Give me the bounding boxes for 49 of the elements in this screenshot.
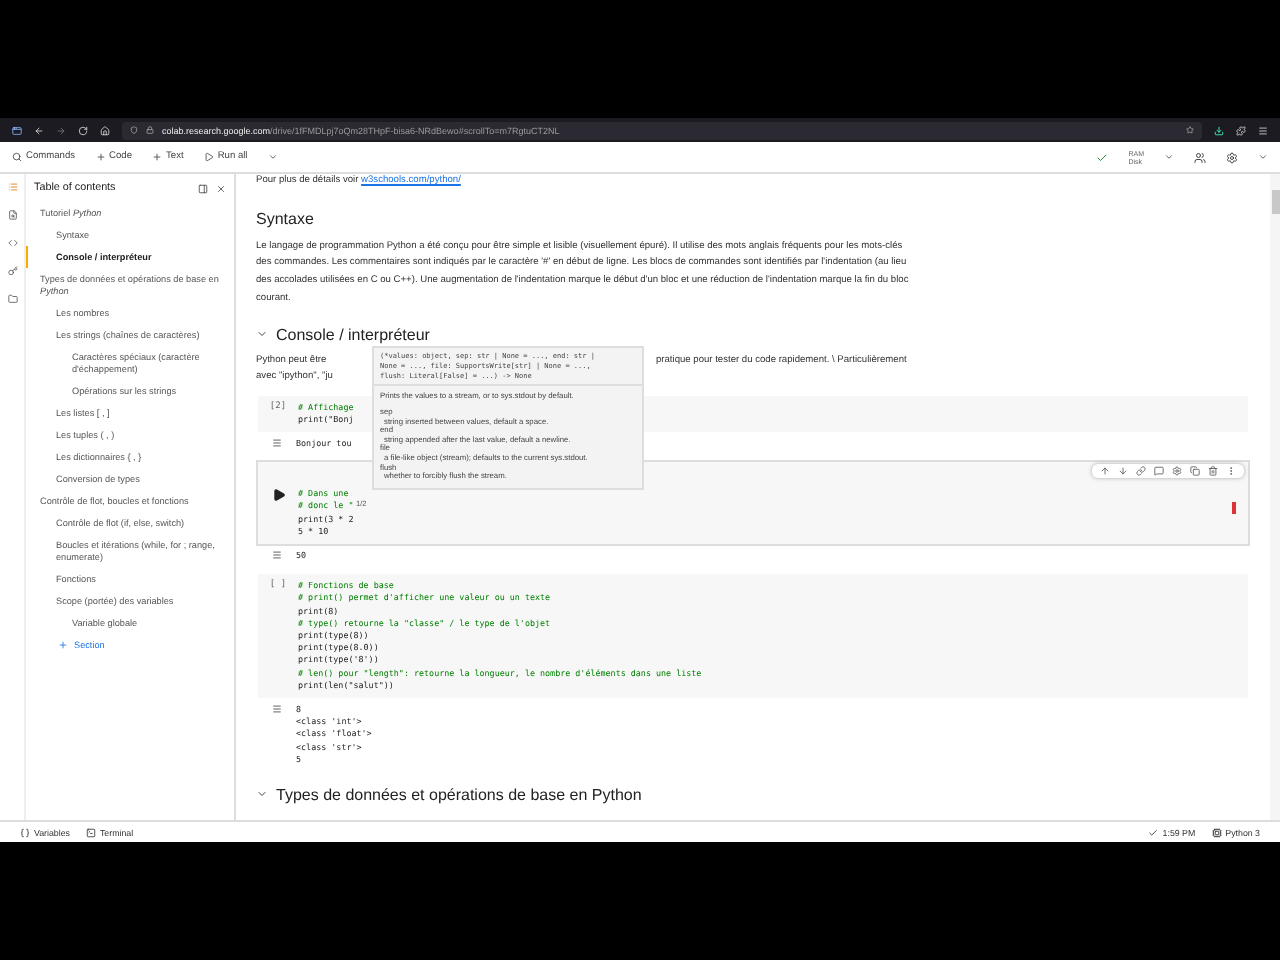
- braces-icon: [20, 827, 30, 837]
- share-icon[interactable]: [1194, 151, 1206, 163]
- output-icon[interactable]: [271, 437, 281, 448]
- check-icon: [1148, 827, 1159, 837]
- link-icon[interactable]: [1136, 466, 1146, 477]
- play-icon: [203, 152, 214, 162]
- dropdown-icon[interactable]: [267, 152, 278, 162]
- run-icon[interactable]: [271, 488, 285, 503]
- comment-icon[interactable]: [1154, 466, 1164, 477]
- back-icon[interactable]: [34, 125, 44, 135]
- search-icon: [12, 152, 22, 162]
- download-icon[interactable]: [1214, 125, 1224, 135]
- reload-icon[interactable]: [78, 125, 88, 135]
- lock-icon[interactable]: [146, 126, 154, 134]
- window-icon[interactable]: [12, 125, 22, 135]
- folder-icon[interactable]: [7, 294, 17, 304]
- home-icon[interactable]: [100, 125, 110, 135]
- output-icon[interactable]: [271, 549, 281, 560]
- arrow-down-icon[interactable]: [1118, 466, 1128, 477]
- search-icon[interactable]: [7, 210, 17, 220]
- panel-icon[interactable]: [198, 183, 208, 193]
- arrow-up-icon[interactable]: [1100, 466, 1110, 477]
- shield-icon[interactable]: [130, 126, 138, 134]
- forward-icon[interactable]: [56, 125, 66, 135]
- delete-icon[interactable]: [1208, 466, 1218, 477]
- plus-icon: [152, 152, 162, 162]
- star-icon[interactable]: [1186, 126, 1194, 134]
- chevron-icon[interactable]: [256, 788, 268, 801]
- dropdown-icon[interactable]: [1164, 152, 1174, 162]
- code-icon[interactable]: [7, 238, 17, 248]
- settings-icon[interactable]: [1226, 151, 1238, 163]
- copy-icon[interactable]: [1190, 466, 1200, 477]
- heading: Syntaxe: [256, 209, 316, 228]
- section-heading: Console / interpréteur: [276, 325, 430, 344]
- collapse-icon[interactable]: [1258, 152, 1268, 162]
- plus-icon: [58, 640, 68, 650]
- key-icon[interactable]: [7, 266, 17, 276]
- scrollbar-thumb[interactable]: [1271, 190, 1279, 214]
- check-icon[interactable]: [1096, 151, 1109, 163]
- chevron-icon[interactable]: [256, 328, 268, 341]
- plus-icon: [95, 152, 106, 162]
- section-heading: Types de données et opérations de base en Python: [276, 785, 642, 804]
- cursor-mark: [1232, 502, 1236, 515]
- menu-icon[interactable]: [1258, 125, 1268, 135]
- chip-icon: [1211, 827, 1222, 837]
- settings-icon[interactable]: [1172, 466, 1182, 477]
- extension-icon[interactable]: [1236, 125, 1246, 135]
- output-icon[interactable]: [271, 703, 281, 714]
- terminal-icon: [85, 827, 96, 837]
